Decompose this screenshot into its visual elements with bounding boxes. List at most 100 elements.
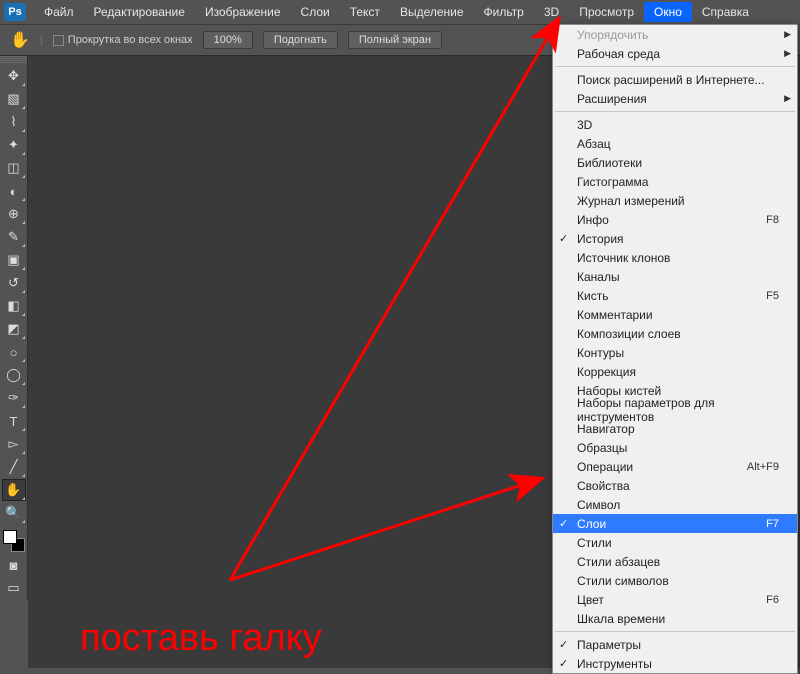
window-menu-dropdown[interactable]: Упорядочить▶Рабочая среда▶Поиск расширен… [552,24,798,674]
menu-separator [555,631,795,632]
brush-tool[interactable]: ✎ [2,226,26,248]
menuitem-инфо[interactable]: ИнфоF8 [553,210,797,229]
menuitem-упорядочить: Упорядочить ▶ [553,25,797,44]
foreground-swatch[interactable] [3,530,17,544]
menuitem-label: Операции [577,460,633,474]
menuitem-label: Стили символов [577,574,669,588]
menuitem-label: Каналы [577,270,620,284]
menuitem-label: 3D [577,118,592,132]
color-swatches[interactable] [3,530,25,552]
line-tool[interactable]: ╱ [2,456,26,478]
menu-3d[interactable]: 3D [534,2,569,22]
menuitem-label: Журнал измерений [577,194,685,208]
rect-marquee-tool[interactable]: ▧ [2,88,26,110]
menuitem-label: Абзац [577,137,611,151]
move-tool[interactable]: ✥ [2,65,26,87]
menuitem-label: Упорядочить [577,28,648,42]
fullscreen-button[interactable]: Полный экран [348,31,442,49]
menuitem-контуры[interactable]: Контуры [553,343,797,362]
menuitem-слои[interactable]: ✓СлоиF7 [553,514,797,533]
menu-просмотр[interactable]: Просмотр [569,2,644,22]
zoom-tool[interactable]: 🔍 [2,502,26,524]
menu-редактирование[interactable]: Редактирование [84,2,195,22]
menuitem-стили-символов[interactable]: Стили символов [553,571,797,590]
menu-выделение[interactable]: Выделение [390,2,474,22]
shortcut-label: F6 [754,594,779,606]
check-icon: ✓ [559,517,568,530]
hand-icon: ✋ [10,30,30,50]
menuitem-навигатор[interactable]: Навигатор [553,419,797,438]
menuitem-образцы[interactable]: Образцы [553,438,797,457]
menuitem-наборы-параметров-для-инструментов[interactable]: Наборы параметров для инструментов [553,400,797,419]
menuitem-label: Цвет [577,593,604,607]
zoom-100-button[interactable]: 100% [203,31,253,49]
healing-brush-tool[interactable]: ⊕ [2,203,26,225]
menuitem-поиск-расширений-в-интернете...[interactable]: Поиск расширений в Интернете... [553,70,797,89]
dodge-tool[interactable]: ◯ [2,364,26,386]
eyedropper-tool[interactable]: ◐ [2,180,26,202]
clone-stamp-tool[interactable]: ▣ [2,249,26,271]
menuitem-рабочая-среда[interactable]: Рабочая среда▶ [553,44,797,63]
menuitem-абзац[interactable]: Абзац [553,134,797,153]
menu-файл[interactable]: Файл [34,2,84,22]
blur-tool[interactable]: ○ [2,341,26,363]
path-select-tool[interactable]: ▻ [2,433,26,455]
menuitem-гистограмма[interactable]: Гистограмма [553,172,797,191]
check-icon: ✓ [559,232,568,245]
type-tool[interactable]: T [2,410,26,432]
menuitem-3d[interactable]: 3D [553,115,797,134]
menuitem-label: Навигатор [577,422,635,436]
scroll-all-windows-checkbox[interactable]: Прокрутка во всех окнах [53,34,193,46]
menuitem-журнал-измерений[interactable]: Журнал измерений [553,191,797,210]
toolbox-gripper[interactable] [0,56,27,64]
check-icon: ✓ [559,638,568,651]
lasso-tool[interactable]: ⌇ [2,111,26,133]
menuitem-свойства[interactable]: Свойства [553,476,797,495]
menu-текст[interactable]: Текст [340,2,390,22]
menuitem-параметры[interactable]: ✓Параметры [553,635,797,654]
menuitem-label: Гистограмма [577,175,648,189]
screen-mode-toggle[interactable]: ▭ [2,577,26,599]
menu-фильтр[interactable]: Фильтр [474,2,534,22]
fit-button[interactable]: Подогнать [263,31,338,49]
menuitem-символ[interactable]: Символ [553,495,797,514]
menuitem-операции[interactable]: ОперацииAlt+F9 [553,457,797,476]
menuitem-label: Коррекция [577,365,636,379]
annotation-text: поставь галку [80,617,322,660]
menuitem-label: Поиск расширений в Интернете... [577,73,765,87]
quick-mask-toggle[interactable]: ◙ [2,554,26,576]
menuitem-label: Рабочая среда [577,47,660,61]
menuitem-стили-абзацев[interactable]: Стили абзацев [553,552,797,571]
shortcut-label: F5 [754,290,779,302]
submenu-arrow-icon: ▶ [784,93,791,104]
menuitem-кисть[interactable]: КистьF5 [553,286,797,305]
eraser-tool[interactable]: ◧ [2,295,26,317]
toolbox: ✥▧⌇✦◫◐⊕✎▣↺◧◩○◯✑T▻╱✋🔍 ◙▭ [0,56,28,600]
menu-справка[interactable]: Справка [692,2,759,22]
menuitem-шкала-времени[interactable]: Шкала времени [553,609,797,628]
magic-wand-tool[interactable]: ✦ [2,134,26,156]
menuitem-коррекция[interactable]: Коррекция [553,362,797,381]
menuitem-композиции-слоев[interactable]: Композиции слоев [553,324,797,343]
menuitem-каналы[interactable]: Каналы [553,267,797,286]
crop-tool[interactable]: ◫ [2,157,26,179]
gradient-tool[interactable]: ◩ [2,318,26,340]
hand-tool[interactable]: ✋ [2,479,26,501]
menuitem-стили[interactable]: Стили [553,533,797,552]
menuitem-расширения[interactable]: Расширения▶ [553,89,797,108]
menuitem-инструменты[interactable]: ✓Инструменты [553,654,797,673]
menu-bar: Ps ФайлРедактированиеИзображениеСлоиТекс… [0,0,800,24]
pen-tool[interactable]: ✑ [2,387,26,409]
menu-окно[interactable]: Окно [644,2,692,22]
menuitem-библиотеки[interactable]: Библиотеки [553,153,797,172]
menuitem-история[interactable]: ✓ История [553,229,797,248]
menuitem-цвет[interactable]: Цвет F6 [553,590,797,609]
menuitem-label: История [577,232,624,246]
menu-изображение[interactable]: Изображение [195,2,291,22]
history-brush-tool[interactable]: ↺ [2,272,26,294]
menu-separator [555,111,795,112]
submenu-arrow-icon: ▶ [784,29,791,40]
menuitem-комментарии[interactable]: Комментарии [553,305,797,324]
menu-слои[interactable]: Слои [291,2,340,22]
menuitem-источник-клонов[interactable]: Источник клонов [553,248,797,267]
